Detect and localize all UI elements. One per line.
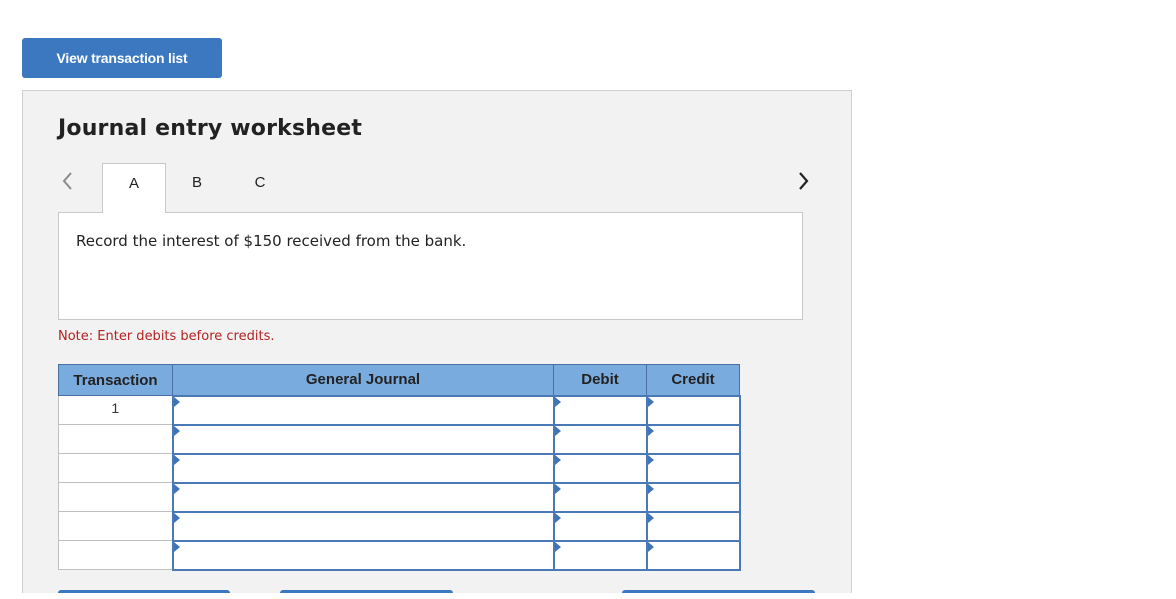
header-debit: Debit [553,364,647,396]
account-input[interactable] [171,423,555,455]
debit-input[interactable] [552,394,648,426]
table-row: 1 [58,394,741,426]
input-marker-icon [647,483,654,494]
input-marker-icon [647,512,654,523]
chevron-right-icon[interactable] [791,169,815,193]
account-input[interactable] [171,452,555,484]
debit-input[interactable] [552,423,648,455]
debit-input[interactable] [552,539,648,571]
table-row [58,481,741,513]
chevron-left-icon[interactable] [56,169,80,193]
header-transaction: Transaction [58,364,173,396]
header-general-journal: General Journal [172,364,554,396]
input-marker-icon [554,454,561,465]
transaction-description: Record the interest of $150 received fro… [76,232,467,250]
table-row [58,539,741,571]
input-marker-icon [554,396,561,407]
dropdown-marker-icon [173,396,180,407]
dropdown-marker-icon [173,425,180,436]
input-marker-icon [647,396,654,407]
transaction-description-box: Record the interest of $150 received fro… [58,212,803,320]
bottom-action-button-left[interactable] [58,590,230,593]
dropdown-marker-icon [173,483,180,494]
debit-input[interactable] [552,481,648,513]
table-row [58,452,741,484]
tab-c[interactable]: C [228,163,292,213]
account-input[interactable] [171,510,555,542]
account-input[interactable] [171,481,555,513]
input-marker-icon [554,483,561,494]
table-row [58,423,741,455]
account-input[interactable] [171,539,555,571]
input-marker-icon [554,541,561,552]
input-marker-icon [647,541,654,552]
input-marker-icon [554,425,561,436]
account-input[interactable] [171,394,555,426]
dropdown-marker-icon [173,541,180,552]
credit-input[interactable] [645,452,741,484]
entry-note: Note: Enter debits before credits. [58,329,275,344]
header-credit: Credit [646,364,740,396]
bottom-action-button-right[interactable] [622,590,815,593]
credit-input[interactable] [645,481,741,513]
debit-input[interactable] [552,452,648,484]
credit-input[interactable] [645,394,741,426]
table-header-row: Transaction General Journal Debit Credit [58,364,740,396]
transaction-number-cell [58,511,173,541]
journal-entry-worksheet-panel: Journal entry worksheet A B C Record the… [22,90,852,593]
tab-b[interactable]: B [166,163,228,213]
transaction-number-cell [58,424,173,454]
transaction-number-cell [58,453,173,483]
dropdown-marker-icon [173,454,180,465]
input-marker-icon [647,425,654,436]
input-marker-icon [647,454,654,465]
table-row [58,510,741,542]
general-journal-table: Transaction General Journal Debit Credit… [58,364,741,571]
credit-input[interactable] [645,510,741,542]
transaction-number-cell [58,540,173,570]
view-transaction-list-button[interactable]: View transaction list [22,38,222,78]
bottom-action-button-middle[interactable] [280,590,453,593]
transaction-number-cell [58,482,173,512]
debit-input[interactable] [552,510,648,542]
credit-input[interactable] [645,423,741,455]
transaction-number-cell: 1 [58,395,173,425]
tab-a[interactable]: A [102,163,166,213]
dropdown-marker-icon [173,512,180,523]
worksheet-title: Journal entry worksheet [58,116,363,141]
input-marker-icon [554,512,561,523]
credit-input[interactable] [645,539,741,571]
